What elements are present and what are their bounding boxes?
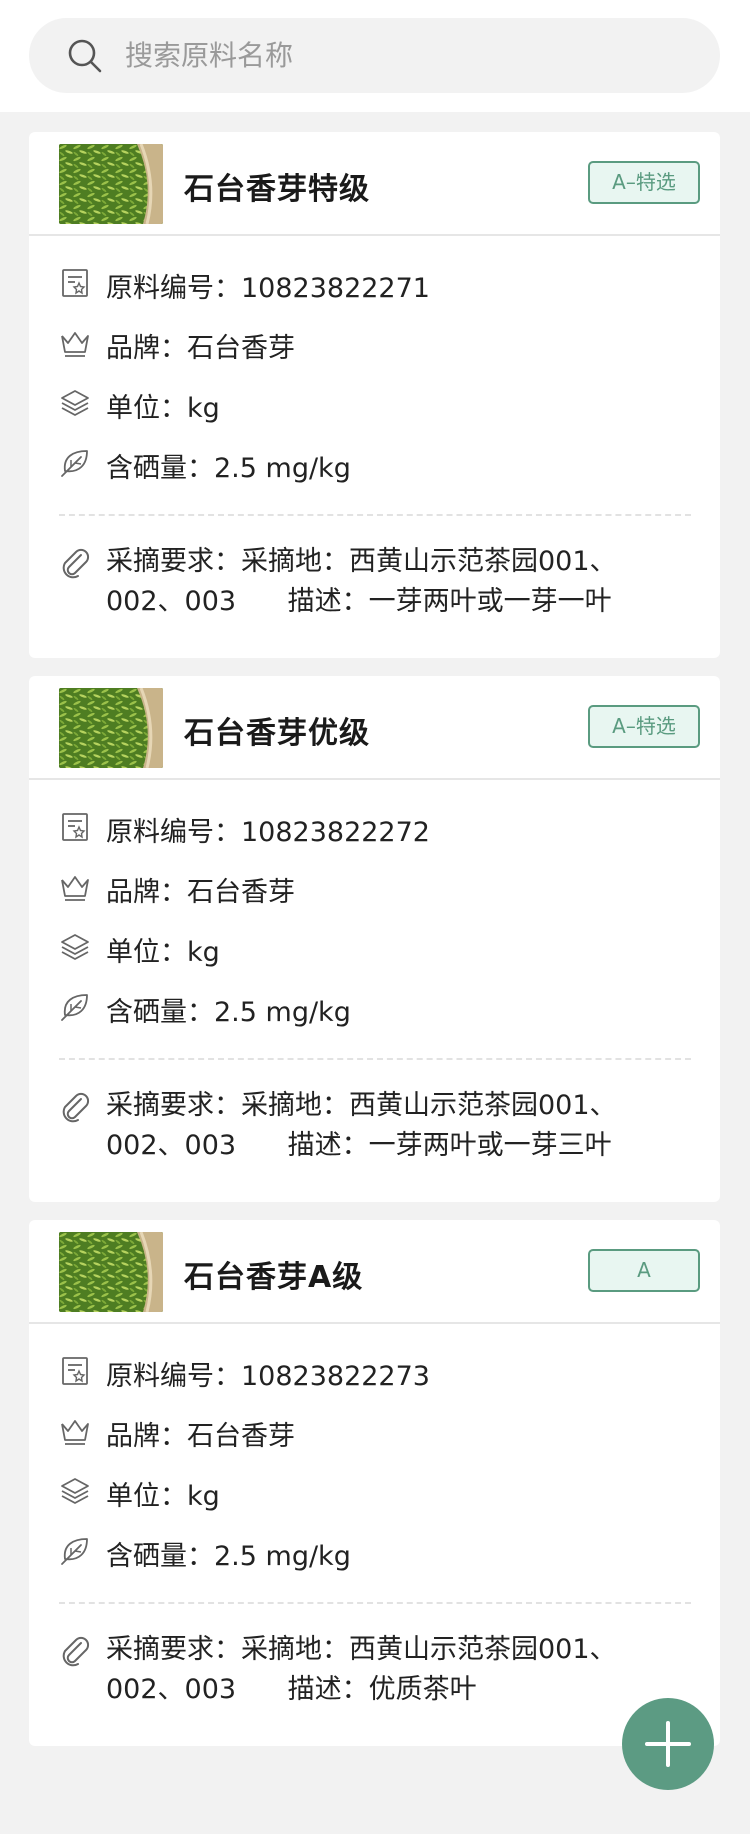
pick-desc: 描述：优质茶叶 bbox=[287, 1674, 477, 1705]
layers-icon bbox=[59, 1475, 91, 1507]
code-value: 10823822271 bbox=[241, 273, 430, 304]
paperclip-icon bbox=[59, 1635, 91, 1667]
tea-image bbox=[59, 688, 163, 768]
code-label: 原料编号： bbox=[106, 1361, 241, 1392]
card-header: 石台香芽A级 A bbox=[29, 1220, 720, 1324]
layers-icon bbox=[59, 387, 91, 419]
unit-value: kg bbox=[187, 1481, 220, 1512]
material-card[interactable]: 石台香芽特级 A–特选 原料编号：10823822271 品牌：石台香芽 单位：… bbox=[29, 132, 720, 658]
grade-badge: A–特选 bbox=[588, 705, 700, 748]
code-value: 10823822272 bbox=[241, 817, 430, 848]
card-title: 石台香芽A级 bbox=[184, 1260, 364, 1295]
leaf-icon bbox=[59, 991, 91, 1023]
card-header: 石台香芽优级 A–特选 bbox=[29, 676, 720, 780]
code-label: 原料编号： bbox=[106, 273, 241, 304]
unit-label: 单位： bbox=[106, 393, 187, 424]
paperclip-icon bbox=[59, 547, 91, 579]
search-box[interactable] bbox=[29, 18, 720, 93]
crown-icon bbox=[59, 871, 91, 903]
paperclip-icon bbox=[59, 1091, 91, 1123]
document-icon bbox=[59, 811, 91, 843]
card-header: 石台香芽特级 A–特选 bbox=[29, 132, 720, 236]
unit-row: 单位：kg bbox=[59, 1470, 699, 1512]
selenium-row: 含硒量：2.5 mg/kg bbox=[59, 986, 699, 1028]
layers-icon bbox=[59, 931, 91, 963]
grade-badge: A–特选 bbox=[588, 161, 700, 204]
document-icon bbox=[59, 267, 91, 299]
selenium-value: 2.5 mg/kg bbox=[214, 453, 351, 484]
brand-label: 品牌： bbox=[106, 877, 187, 908]
grade-badge: A bbox=[588, 1249, 700, 1292]
unit-label: 单位： bbox=[106, 937, 187, 968]
unit-value: kg bbox=[187, 393, 220, 424]
search-input[interactable] bbox=[125, 18, 685, 93]
tea-image bbox=[59, 144, 163, 224]
dashed-divider bbox=[59, 1602, 691, 1604]
pick-label: 采摘要求： bbox=[106, 1634, 241, 1665]
brand-value: 石台香芽 bbox=[187, 877, 295, 908]
crown-icon bbox=[59, 1415, 91, 1447]
code-row: 原料编号：10823822271 bbox=[59, 262, 699, 304]
search-icon bbox=[68, 39, 102, 73]
selenium-value: 2.5 mg/kg bbox=[214, 997, 351, 1028]
code-row: 原料编号：10823822272 bbox=[59, 806, 699, 848]
selenium-label: 含硒量： bbox=[106, 453, 214, 484]
pick-label: 采摘要求： bbox=[106, 1090, 241, 1121]
unit-value: kg bbox=[187, 937, 220, 968]
pick-label: 采摘要求： bbox=[106, 546, 241, 577]
material-card[interactable]: 石台香芽A级 A 原料编号：10823822273 品牌：石台香芽 单位：kg … bbox=[29, 1220, 720, 1746]
code-row: 原料编号：10823822273 bbox=[59, 1350, 699, 1392]
brand-label: 品牌： bbox=[106, 1421, 187, 1452]
dashed-divider bbox=[59, 1058, 691, 1060]
selenium-label: 含硒量： bbox=[106, 997, 214, 1028]
code-value: 10823822273 bbox=[241, 1361, 430, 1392]
selenium-row: 含硒量：2.5 mg/kg bbox=[59, 1530, 699, 1572]
leaf-icon bbox=[59, 447, 91, 479]
material-card[interactable]: 石台香芽优级 A–特选 原料编号：10823822272 品牌：石台香芽 单位：… bbox=[29, 676, 720, 1202]
add-button[interactable] bbox=[622, 1698, 714, 1790]
brand-row: 品牌：石台香芽 bbox=[59, 866, 699, 908]
leaf-icon bbox=[59, 1535, 91, 1567]
top-bar bbox=[0, 0, 750, 112]
brand-value: 石台香芽 bbox=[187, 1421, 295, 1452]
unit-row: 单位：kg bbox=[59, 382, 699, 424]
pick-desc: 描述：一芽两叶或一芽三叶 bbox=[287, 1130, 612, 1161]
unit-label: 单位： bbox=[106, 1481, 187, 1512]
code-label: 原料编号： bbox=[106, 817, 241, 848]
brand-value: 石台香芽 bbox=[187, 333, 295, 364]
crown-icon bbox=[59, 327, 91, 359]
unit-row: 单位：kg bbox=[59, 926, 699, 968]
brand-row: 品牌：石台香芽 bbox=[59, 322, 699, 364]
selenium-label: 含硒量： bbox=[106, 1541, 214, 1572]
dashed-divider bbox=[59, 514, 691, 516]
tea-image bbox=[59, 1232, 163, 1312]
selenium-value: 2.5 mg/kg bbox=[214, 1541, 351, 1572]
card-title: 石台香芽特级 bbox=[184, 172, 370, 207]
card-title: 石台香芽优级 bbox=[184, 716, 370, 751]
selenium-row: 含硒量：2.5 mg/kg bbox=[59, 442, 699, 484]
pick-desc: 描述：一芽两叶或一芽一叶 bbox=[287, 586, 612, 617]
brand-row: 品牌：石台香芽 bbox=[59, 1410, 699, 1452]
plus-icon bbox=[645, 1721, 691, 1767]
document-icon bbox=[59, 1355, 91, 1387]
brand-label: 品牌： bbox=[106, 333, 187, 364]
